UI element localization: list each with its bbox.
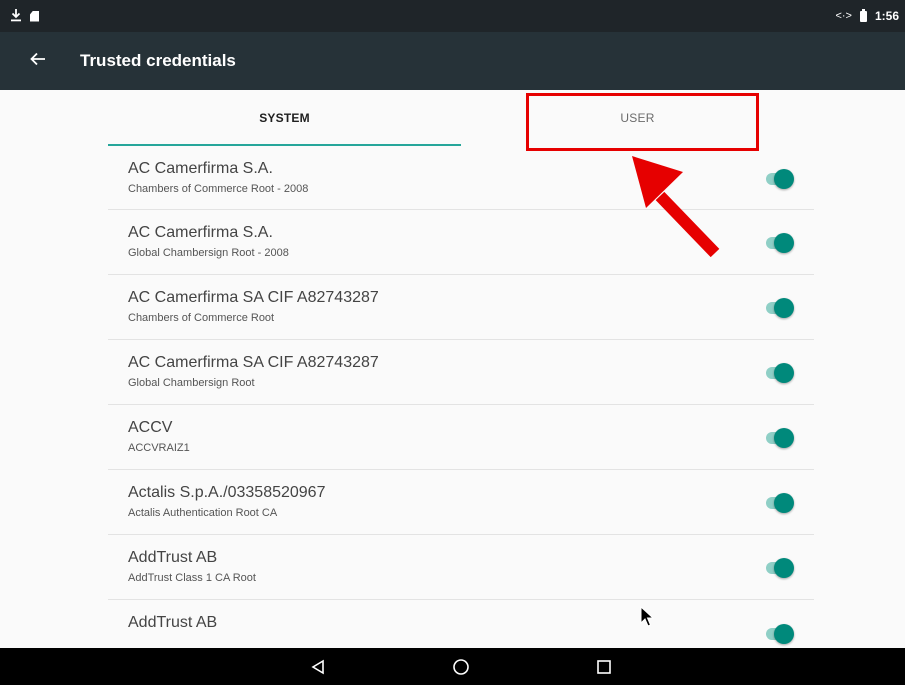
enable-toggle[interactable] bbox=[764, 233, 794, 253]
home-circle-icon bbox=[453, 658, 469, 675]
enable-toggle[interactable] bbox=[764, 169, 794, 189]
list-item[interactable]: AC Camerfirma SA CIF A82743287 Chambers … bbox=[108, 275, 814, 340]
certificate-subtitle: Actalis Authentication Root CA bbox=[128, 507, 278, 519]
certificate-subtitle: Chambers of Commerce Root - 2008 bbox=[128, 183, 309, 195]
download-icon bbox=[10, 8, 22, 24]
certificate-title: Actalis S.p.A./03358520967 bbox=[128, 484, 326, 501]
app-bar: Trusted credentials bbox=[0, 32, 905, 90]
enable-toggle[interactable] bbox=[764, 363, 794, 383]
screen: <·> 1:56 Trusted credentials SYSTEM USER… bbox=[0, 0, 905, 685]
certificate-subtitle: AddTrust Class 1 CA Root bbox=[128, 572, 256, 584]
list-item[interactable]: ACCV ACCVRAIZ1 bbox=[108, 405, 814, 470]
certificate-title: AC Camerfirma SA CIF A82743287 bbox=[128, 354, 379, 371]
certificate-subtitle: Global Chambersign Root bbox=[128, 377, 255, 389]
list-item[interactable]: AC Camerfirma S.A. Global Chambersign Ro… bbox=[108, 210, 814, 275]
battery-icon bbox=[859, 8, 867, 22]
status-bar-right: <·> 1:56 bbox=[835, 8, 899, 23]
certificate-title: AC Camerfirma S.A. bbox=[128, 160, 273, 177]
certificate-title: AC Camerfirma S.A. bbox=[128, 224, 273, 241]
list-item[interactable]: AddTrust AB bbox=[108, 600, 814, 644]
enable-toggle[interactable] bbox=[764, 558, 794, 578]
nav-home-button[interactable] bbox=[436, 648, 486, 685]
enable-toggle[interactable] bbox=[764, 298, 794, 318]
page-title: Trusted credentials bbox=[80, 51, 236, 70]
certificate-subtitle: Chambers of Commerce Root bbox=[128, 312, 275, 324]
clock-time: 1:56 bbox=[874, 9, 899, 23]
status-bar: <·> 1:56 bbox=[0, 0, 905, 32]
nav-back-button[interactable] bbox=[293, 648, 343, 685]
back-triangle-icon bbox=[311, 659, 324, 674]
enable-toggle[interactable] bbox=[764, 428, 794, 448]
tab-user[interactable]: USER bbox=[461, 90, 814, 146]
certificate-list: AC Camerfirma S.A. Chambers of Commerce … bbox=[108, 146, 814, 644]
list-item[interactable]: AddTrust AB AddTrust Class 1 CA Root bbox=[108, 535, 814, 600]
list-item[interactable]: AC Camerfirma SA CIF A82743287 Global Ch… bbox=[108, 340, 814, 405]
certificate-title: AddTrust AB bbox=[128, 549, 218, 566]
certificate-subtitle: ACCVRAIZ1 bbox=[128, 442, 190, 454]
enable-toggle[interactable] bbox=[764, 624, 794, 644]
arrow-back-icon bbox=[30, 52, 46, 71]
certificate-title: ACCV bbox=[128, 419, 173, 436]
list-item[interactable]: AC Camerfirma S.A. Chambers of Commerce … bbox=[108, 146, 814, 210]
sdcard-icon bbox=[30, 10, 39, 22]
enable-toggle[interactable] bbox=[764, 493, 794, 513]
back-button[interactable] bbox=[0, 32, 80, 90]
certificate-subtitle: Global Chambersign Root - 2008 bbox=[128, 247, 289, 259]
status-bar-left bbox=[10, 8, 39, 24]
tab-system[interactable]: SYSTEM bbox=[108, 90, 461, 146]
navigation-bar bbox=[0, 648, 905, 685]
list-item[interactable]: Actalis S.p.A./03358520967 Actalis Authe… bbox=[108, 470, 814, 535]
tab-bar: SYSTEM USER bbox=[108, 90, 814, 146]
certificate-title: AC Camerfirma SA CIF A82743287 bbox=[128, 289, 379, 306]
data-transfer-icon: <·> bbox=[835, 10, 852, 22]
certificate-title: AddTrust AB bbox=[128, 614, 218, 631]
nav-recents-button[interactable] bbox=[579, 648, 629, 685]
recents-square-icon bbox=[597, 659, 611, 674]
